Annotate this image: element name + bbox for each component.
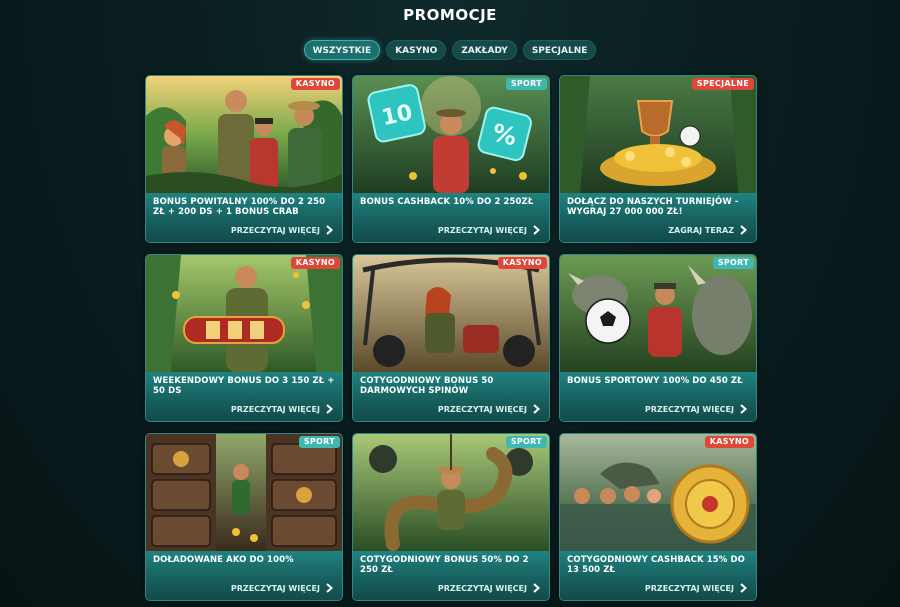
promo-filter-tabs: WSZYSTKIE KASYNO ZAKŁADY SPECJALNE [0, 40, 900, 60]
promo-title: COTYGODNIOWY BONUS 50 DARMOWYCH SPINÓW [360, 376, 494, 396]
read-more-link[interactable]: PRZECZYTAJ WIĘCEJ [645, 583, 747, 593]
badge-kasyno: KASYNO [290, 78, 340, 90]
play-now-link[interactable]: ZAGRAJ TERAZ [668, 225, 747, 235]
promo-image-slot: KASYNO [146, 255, 342, 372]
promo-card-footer: COTYGODNIOWY BONUS 50% DO 2 250 ZŁ PRZEC… [353, 551, 549, 600]
read-more-label: PRZECZYTAJ WIĘCEJ [437, 404, 527, 414]
promo-card-footer: BONUS CASHBACK 10% DO 2 250ZŁ PRZECZYTAJ… [353, 193, 549, 242]
tab-bets[interactable]: ZAKŁADY [452, 40, 517, 60]
tab-casino[interactable]: KASYNO [386, 40, 447, 60]
promo-title: BONUS SPORTOWY 100% DO 450 ZŁ [567, 376, 743, 386]
promo-image-trophy: SPECJALNE [560, 76, 756, 193]
chevron-right-icon [740, 404, 747, 414]
promo-card-tournaments[interactable]: SPECJALNE DOŁĄCZ DO NASZYCH TURNIEJÓW - … [559, 75, 757, 243]
promo-image-dice: 10 % SPORT [353, 76, 549, 193]
promo-card-footer: COTYGODNIOWY CASHBACK 15% DO 13 500 ZŁ P… [560, 551, 756, 600]
promo-card-welcome-bonus[interactable]: KASYNO BONUS POWITALNY 100% DO 2 250 ZŁ … [145, 75, 343, 243]
promo-card-weekly-free-spins[interactable]: KASYNO COTYGODNIOWY BONUS 50 DARMOWYCH S… [352, 254, 550, 422]
promo-image-temple: SPORT [146, 434, 342, 551]
read-more-link[interactable]: PRZECZYTAJ WIĘCEJ [438, 583, 540, 593]
read-more-link[interactable]: PRZECZYTAJ WIĘCEJ [438, 404, 540, 414]
badge-kasyno: KASYNO [704, 436, 754, 448]
badge-sport: SPORT [712, 257, 754, 269]
promo-card-footer: WEEKENDOWY BONUS DO 3 150 ZŁ + 50 DS PRZ… [146, 372, 342, 421]
promo-title: WEEKENDOWY BONUS DO 3 150 ZŁ + 50 DS [153, 376, 335, 396]
promo-title: DOŁĄCZ DO NASZYCH TURNIEJÓW - WYGRAJ 27 … [567, 197, 739, 217]
page-title: PROMOCJE [403, 6, 497, 24]
read-more-label: PRZECZYTAJ WIĘCEJ [437, 583, 527, 593]
tab-special[interactable]: SPECJALNE [522, 40, 597, 60]
tab-all[interactable]: WSZYSTKIE [303, 40, 381, 60]
chevron-right-icon [326, 225, 333, 235]
read-more-link[interactable]: PRZECZYTAJ WIĘCEJ [231, 404, 333, 414]
read-more-label: PRZECZYTAJ WIĘCEJ [644, 583, 734, 593]
promo-card-cashback[interactable]: 10 % SPORT BONUS CASHBACK 10% DO 2 250ZŁ… [352, 75, 550, 243]
read-more-label: PRZECZYTAJ WIĘCEJ [230, 583, 320, 593]
promo-image-swamp: KASYNO [560, 434, 756, 551]
promo-image-explorers: KASYNO [146, 76, 342, 193]
chevron-right-icon [740, 225, 747, 235]
promo-card-footer: COTYGODNIOWY BONUS 50 DARMOWYCH SPINÓW P… [353, 372, 549, 421]
promo-image-snake: SPORT [353, 434, 549, 551]
read-more-link[interactable]: PRZECZYTAJ WIĘCEJ [438, 225, 540, 235]
chevron-right-icon [533, 404, 540, 414]
read-more-link[interactable]: PRZECZYTAJ WIĘCEJ [231, 225, 333, 235]
badge-sport: SPORT [505, 436, 547, 448]
chevron-right-icon [740, 583, 747, 593]
badge-kasyno: KASYNO [290, 257, 340, 269]
promo-title: COTYGODNIOWY CASHBACK 15% DO 13 500 ZŁ [567, 555, 745, 575]
read-more-label: PRZECZYTAJ WIĘCEJ [230, 225, 320, 235]
chevron-right-icon [533, 583, 540, 593]
promo-title: COTYGODNIOWY BONUS 50% DO 2 250 ZŁ [360, 555, 529, 575]
read-more-label: PRZECZYTAJ WIĘCEJ [644, 404, 734, 414]
badge-special: SPECJALNE [691, 78, 754, 90]
badge-sport: SPORT [505, 78, 547, 90]
play-now-label: ZAGRAJ TERAZ [668, 225, 734, 235]
promo-image-buggy: KASYNO [353, 255, 549, 372]
promo-image-rhino: SPORT [560, 255, 756, 372]
promo-card-weekly-bonus-50[interactable]: SPORT COTYGODNIOWY BONUS 50% DO 2 250 ZŁ… [352, 433, 550, 601]
promo-card-weekly-cashback[interactable]: KASYNO COTYGODNIOWY CASHBACK 15% DO 13 5… [559, 433, 757, 601]
promo-card-boosted-acca[interactable]: SPORT DOŁADOWANE AKO DO 100% PRZECZYTAJ … [145, 433, 343, 601]
promo-title: BONUS POWITALNY 100% DO 2 250 ZŁ + 200 D… [153, 197, 326, 217]
promo-card-sports-bonus[interactable]: SPORT BONUS SPORTOWY 100% DO 450 ZŁ PRZE… [559, 254, 757, 422]
read-more-link[interactable]: PRZECZYTAJ WIĘCEJ [645, 404, 747, 414]
promo-title: DOŁADOWANE AKO DO 100% [153, 555, 294, 565]
badge-kasyno: KASYNO [497, 257, 547, 269]
read-more-label: PRZECZYTAJ WIĘCEJ [437, 225, 527, 235]
promo-card-weekend-bonus[interactable]: KASYNO WEEKENDOWY BONUS DO 3 150 ZŁ + 50… [145, 254, 343, 422]
chevron-right-icon [533, 225, 540, 235]
promo-card-footer: DOŁADOWANE AKO DO 100% PRZECZYTAJ WIĘCEJ [146, 551, 342, 600]
promo-card-footer: BONUS POWITALNY 100% DO 2 250 ZŁ + 200 D… [146, 193, 342, 242]
read-more-link[interactable]: PRZECZYTAJ WIĘCEJ [231, 583, 333, 593]
badge-sport: SPORT [298, 436, 340, 448]
promo-card-footer: DOŁĄCZ DO NASZYCH TURNIEJÓW - WYGRAJ 27 … [560, 193, 756, 242]
promotions-grid: KASYNO BONUS POWITALNY 100% DO 2 250 ZŁ … [145, 75, 757, 601]
chevron-right-icon [326, 583, 333, 593]
promo-title: BONUS CASHBACK 10% DO 2 250ZŁ [360, 197, 534, 207]
read-more-label: PRZECZYTAJ WIĘCEJ [230, 404, 320, 414]
promo-card-footer: BONUS SPORTOWY 100% DO 450 ZŁ PRZECZYTAJ… [560, 372, 756, 421]
chevron-right-icon [326, 404, 333, 414]
